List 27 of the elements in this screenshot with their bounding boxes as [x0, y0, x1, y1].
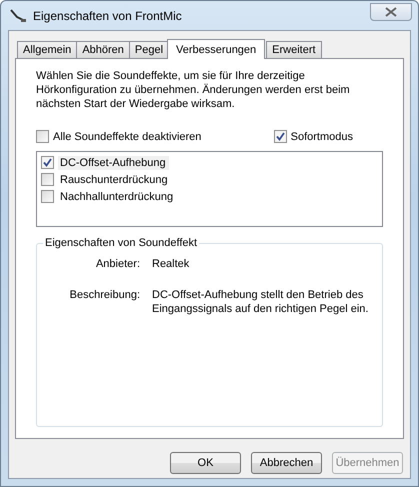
group-title: Eigenschaften von Soundeffekt [44, 237, 198, 249]
property-value: Realtek [152, 257, 190, 271]
property-label: Beschreibung: [68, 288, 140, 303]
checkbox[interactable] [41, 156, 54, 169]
tab[interactable]: Verbesserungen [167, 39, 266, 59]
property-label: Anbieter: [94, 257, 140, 271]
close-icon [385, 6, 397, 16]
microphone-icon [9, 8, 27, 24]
intro-text: Wählen Sie die Soundeffekte, um sie für Ihre derzeitige Hörkonfiguration zu übernehmen. Änderungen werden erst beim nächsten Start der Wiedergabe wirksam. [36, 69, 351, 111]
tab[interactable]: Allgemein [17, 41, 78, 58]
tab[interactable]: Pegel [128, 41, 170, 58]
checkbox-label: Alle Soundeffekte deaktivieren [53, 130, 202, 142]
tab[interactable]: Erweitert [266, 41, 322, 58]
list-item[interactable]: Rauschunterdrückung [58, 172, 171, 186]
dialog-button[interactable]: Abbrechen [251, 452, 322, 474]
list-item[interactable]: Nachhallunterdrückung [58, 190, 176, 204]
list-item[interactable]: DC-Offset-Aufhebung [58, 156, 169, 170]
window-title: Eigenschaften von FrontMic [33, 8, 183, 22]
checkbox-label: Sofortmodus [290, 130, 353, 142]
tab[interactable]: Abhören [76, 41, 130, 58]
checkbox[interactable] [41, 190, 54, 203]
checkbox[interactable] [41, 173, 54, 186]
property-value: DC-Offset-Aufhebung stellt den Betrieb des Eingangssignals auf den richtigen Pegel ein. [152, 288, 370, 316]
checkbox[interactable] [274, 130, 287, 143]
dialog-button[interactable]: OK [170, 452, 241, 474]
close-button[interactable] [370, 2, 412, 20]
checkbox[interactable] [36, 130, 49, 143]
